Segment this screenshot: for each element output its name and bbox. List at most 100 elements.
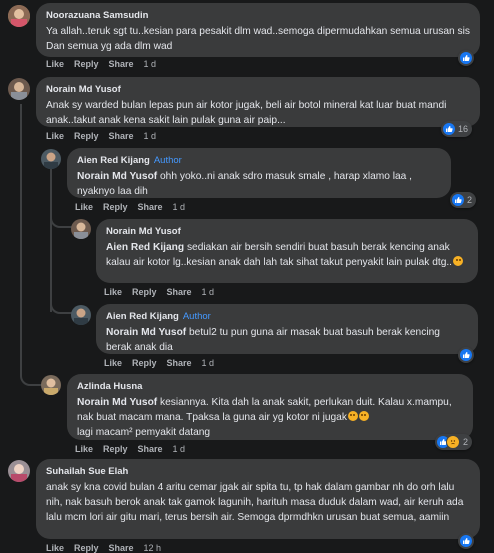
reaction-count: 16 [458, 124, 469, 134]
reaction-summary[interactable]: 2 [435, 434, 473, 450]
avatar[interactable] [41, 375, 61, 395]
timestamp[interactable]: 1 d [202, 287, 215, 297]
like-reaction-icon [460, 535, 472, 547]
thread-line [50, 167, 52, 312]
avatar[interactable] [8, 460, 30, 482]
mention-link[interactable]: Norain Md Yusof [77, 171, 157, 182]
comment-actions: Like Reply Share 12 h [46, 543, 171, 553]
avatar-photo-icon [8, 78, 30, 100]
share-button[interactable]: Share [138, 444, 163, 454]
author-badge: Author [153, 155, 182, 166]
reaction-summary[interactable]: 16 [441, 121, 473, 137]
avatar-photo-icon [8, 460, 30, 482]
avatar-photo-icon [41, 375, 61, 395]
like-reaction-icon [460, 52, 472, 64]
comment-author[interactable]: Norain Md Yusof [46, 83, 470, 96]
comment-actions: Like Reply Share 1 d [104, 287, 224, 297]
timestamp[interactable]: 1 d [144, 59, 157, 69]
comment-bubble: Noorazuana Samsudin Ya allah..teruk sgt … [36, 3, 480, 57]
comment-bubble: Azlinda Husna Norain Md Yusof kesiannya.… [67, 374, 473, 440]
author-name[interactable]: Aien Red Kijang [77, 155, 150, 166]
comment-text: anak sy kna covid bulan 4 aritu cemar jg… [46, 482, 464, 523]
reply-button[interactable]: Reply [74, 59, 99, 69]
reply-button[interactable]: Reply [132, 358, 157, 368]
comment-author[interactable]: Noorazuana Samsudin [46, 9, 470, 22]
timestamp[interactable]: 1 d [173, 444, 186, 454]
share-button[interactable]: Share [109, 543, 134, 553]
like-button[interactable]: Like [46, 131, 64, 141]
author-badge: Author [182, 311, 211, 322]
comment-author: Aien Red Kijang Author [106, 310, 468, 323]
timestamp[interactable]: 12 h [144, 543, 162, 553]
comment-text: Norain Md Yusof ohh yoko..ni anak sdro m… [77, 169, 441, 199]
comment-author[interactable]: Suhailah Sue Elah [46, 465, 470, 478]
reply-button[interactable]: Reply [132, 287, 157, 297]
reaction-summary[interactable] [458, 347, 474, 363]
reaction-count: 2 [467, 195, 473, 205]
author-name[interactable]: Aien Red Kijang [106, 311, 179, 322]
comment-bubble: Norain Md Yusof Anak sy warded bulan lep… [36, 77, 480, 127]
avatar-photo-icon [41, 149, 61, 169]
comment-text: Anak sy warded bulan lepas pun air kotor… [46, 100, 447, 126]
reaction-count: 2 [463, 437, 469, 447]
like-button[interactable]: Like [75, 202, 93, 212]
like-button[interactable]: Like [46, 59, 64, 69]
comment-body-line2: lagi macam² pemyakit datang [77, 427, 211, 438]
comment-bubble: Norain Md Yusof Aien Red Kijang sediakan… [96, 219, 478, 283]
comment-actions: Like Reply Share 1 d [104, 358, 224, 368]
reaction-summary[interactable] [458, 50, 474, 66]
like-reaction-icon [443, 123, 455, 135]
reaction-summary[interactable]: 2 [450, 192, 477, 208]
thread-connector [50, 212, 72, 228]
sad-reaction-icon [446, 435, 460, 449]
comment-author[interactable]: Norain Md Yusof [106, 225, 468, 238]
comment-text: Norain Md Yusof betul2 tu pun guna air m… [106, 325, 468, 355]
thread-line [20, 104, 22, 374]
timestamp[interactable]: 1 d [173, 202, 186, 212]
like-button[interactable]: Like [104, 287, 122, 297]
mention-link[interactable]: Norain Md Yusof [77, 397, 157, 408]
avatar[interactable] [8, 78, 30, 100]
comment-text: Norain Md Yusof kesiannya. Kita dah la a… [77, 395, 463, 440]
like-button[interactable]: Like [75, 444, 93, 454]
reply-button[interactable]: Reply [74, 131, 99, 141]
comment-actions: Like Reply Share 1 d [75, 202, 195, 212]
comment-actions: Like Reply Share 1 d [46, 59, 166, 69]
avatar[interactable] [71, 305, 91, 325]
comment-bubble: Aien Red Kijang Author Norain Md Yusof be… [96, 304, 478, 354]
mention-link[interactable]: Aien Red Kijang [106, 242, 184, 253]
share-button[interactable]: Share [138, 202, 163, 212]
sad-emoji-icon [453, 256, 464, 266]
like-reaction-icon [460, 349, 472, 361]
comment-actions: Like Reply Share 1 d [46, 131, 166, 141]
avatar[interactable] [41, 149, 61, 169]
avatar[interactable] [71, 219, 91, 239]
thread-connector [50, 298, 72, 314]
share-button[interactable]: Share [167, 358, 192, 368]
comment-bubble: Aien Red Kijang Author Norain Md Yusof oh… [67, 148, 451, 198]
comment-text: Aien Red Kijang sediakan air bersih send… [106, 240, 468, 270]
comment-author: Aien Red Kijang Author [77, 154, 441, 167]
sad-emoji-icon [358, 411, 369, 421]
share-button[interactable]: Share [109, 131, 134, 141]
comment-bubble: Suhailah Sue Elah anak sy kna covid bula… [36, 459, 480, 539]
reply-button[interactable]: Reply [103, 202, 128, 212]
comment-text: Ya allah..teruk sgt tu..kesian para pesa… [46, 26, 470, 52]
avatar-photo-icon [71, 219, 91, 239]
comment-author[interactable]: Azlinda Husna [77, 380, 463, 393]
sad-emoji-icon [347, 411, 358, 421]
avatar[interactable] [8, 5, 30, 27]
timestamp[interactable]: 1 d [202, 358, 215, 368]
like-reaction-icon [452, 194, 464, 206]
reaction-summary[interactable] [458, 533, 474, 549]
reply-button[interactable]: Reply [74, 543, 99, 553]
reply-button[interactable]: Reply [103, 444, 128, 454]
avatar-photo-icon [71, 305, 91, 325]
share-button[interactable]: Share [167, 287, 192, 297]
like-button[interactable]: Like [104, 358, 122, 368]
mention-link[interactable]: Norain Md Yusof [106, 327, 186, 338]
like-button[interactable]: Like [46, 543, 64, 553]
timestamp[interactable]: 1 d [144, 131, 157, 141]
avatar-photo-icon [8, 5, 30, 27]
share-button[interactable]: Share [109, 59, 134, 69]
